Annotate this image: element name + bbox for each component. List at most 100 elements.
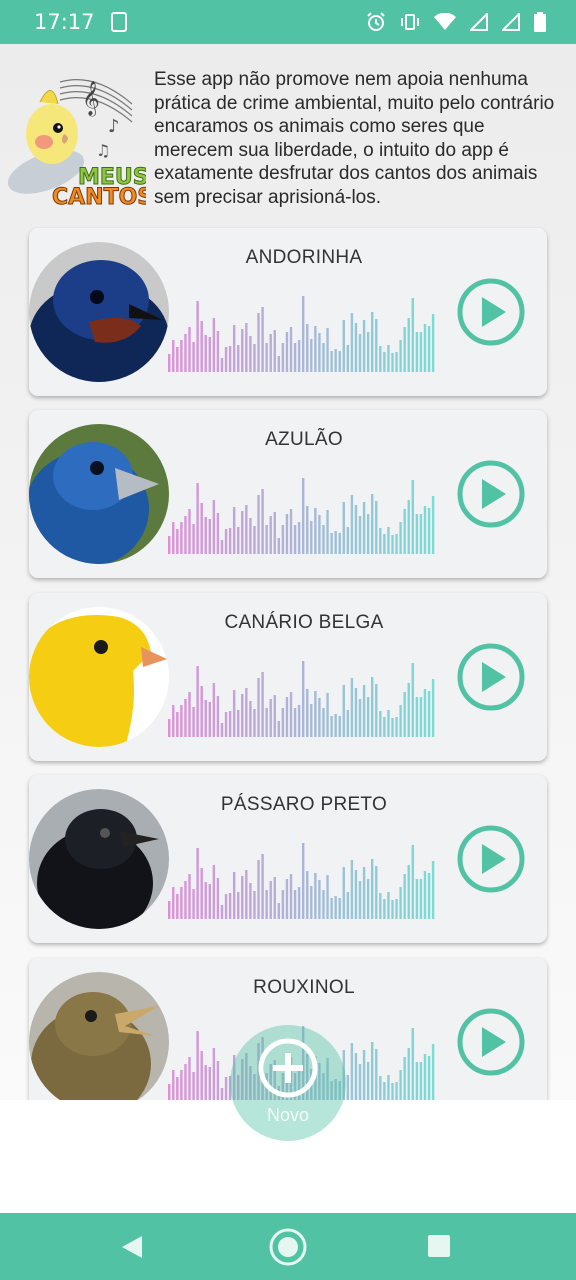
screen-share-icon	[110, 12, 127, 32]
wave-bar	[383, 352, 386, 372]
wave-bar	[232, 325, 236, 372]
wave-bar	[269, 699, 272, 737]
bird-photo	[29, 789, 169, 929]
wave-bar	[379, 711, 382, 737]
wave-bar	[362, 867, 366, 919]
add-new-button[interactable]: Novo	[230, 1025, 346, 1141]
wave-bar	[168, 1084, 171, 1100]
bird-photo	[29, 972, 169, 1100]
wave-bar	[208, 1067, 211, 1100]
wave-bar	[411, 480, 414, 554]
wave-bar	[172, 887, 175, 919]
wave-bar	[184, 516, 187, 554]
sound-wave	[168, 661, 435, 737]
wave-bar	[306, 324, 309, 372]
home-icon[interactable]	[267, 1226, 309, 1268]
wave-bar	[322, 343, 325, 372]
wave-bar	[277, 356, 281, 372]
wave-bar	[395, 899, 398, 919]
wave-bar	[354, 870, 358, 919]
wave-bar	[310, 704, 313, 737]
bird-name: ANDORINHA	[245, 247, 363, 268]
wave-bar	[366, 697, 370, 737]
wave-bar	[192, 707, 195, 737]
wave-bar	[383, 899, 386, 919]
recent-apps-icon[interactable]	[428, 1235, 450, 1257]
wave-bar	[208, 702, 211, 737]
wave-bar	[383, 534, 386, 554]
wave-bar	[265, 708, 268, 737]
wave-bar	[196, 301, 199, 372]
wave-bar	[293, 525, 297, 554]
wave-bar	[306, 871, 309, 919]
play-button[interactable]	[456, 459, 526, 529]
wave-bar	[375, 684, 378, 737]
wave-bar	[224, 529, 228, 554]
play-button[interactable]	[456, 824, 526, 894]
wave-bar	[375, 501, 378, 554]
wave-bar	[431, 1044, 435, 1100]
wave-bar	[237, 527, 240, 554]
svg-text:♪: ♪	[108, 116, 120, 137]
wave-bar	[180, 705, 183, 737]
play-button[interactable]	[456, 277, 526, 347]
wave-bar	[334, 896, 337, 919]
bird-card[interactable]: AZULÃO	[29, 410, 547, 578]
play-button[interactable]	[456, 1007, 526, 1077]
play-icon	[482, 662, 506, 692]
disclaimer-text: Esse app não promove nem apoia nenhuma p…	[154, 69, 555, 208]
wave-bar	[407, 318, 410, 372]
wave-bar	[371, 494, 374, 554]
header: 𝄞 ♪ ♫ MEUS CANTOS Esse app não promove n…	[0, 64, 576, 214]
wave-bar	[216, 331, 220, 372]
wave-bar	[289, 692, 293, 737]
wave-bar	[172, 340, 175, 372]
wave-bar	[249, 518, 252, 554]
logo-text-cantos: CANTOS	[52, 185, 146, 208]
wave-bar	[297, 522, 301, 554]
back-icon[interactable]	[120, 1234, 144, 1260]
wave-bar	[232, 507, 236, 554]
wave-bar	[277, 538, 281, 554]
wave-bar	[285, 697, 289, 737]
wave-bar	[301, 478, 305, 554]
wave-bar	[423, 506, 427, 554]
wave-bar	[338, 533, 341, 554]
wave-bar	[342, 320, 345, 372]
wave-bar	[265, 525, 268, 554]
wave-bar	[354, 1053, 358, 1100]
wave-bar	[403, 327, 406, 372]
wave-bar	[168, 536, 171, 554]
wave-bar	[241, 511, 244, 554]
wave-bar	[350, 495, 354, 554]
play-icon	[482, 1027, 506, 1057]
wave-bar	[301, 661, 305, 737]
wave-bar	[204, 882, 207, 919]
wave-bar	[265, 343, 268, 372]
bird-card[interactable]: PÁSSARO PRETO	[29, 775, 547, 943]
wave-bar	[281, 708, 285, 737]
wave-bar	[253, 344, 256, 372]
wave-bar	[326, 328, 329, 372]
play-button[interactable]	[456, 642, 526, 712]
wave-bar	[415, 879, 419, 919]
signal-icon	[502, 13, 520, 31]
wave-bar	[297, 340, 301, 372]
wave-bar	[342, 867, 345, 919]
bird-photo	[29, 607, 169, 747]
wave-bar	[172, 522, 175, 554]
wave-bar	[423, 871, 427, 919]
wave-bar	[249, 701, 252, 737]
wave-bar	[249, 336, 252, 372]
play-icon	[482, 297, 506, 327]
wave-bar	[379, 1076, 382, 1100]
wave-bar	[350, 860, 354, 919]
wave-bar	[322, 890, 325, 919]
bird-card[interactable]: ANDORINHA	[29, 228, 547, 396]
main-content[interactable]: 𝄞 ♪ ♫ MEUS CANTOS Esse app não promove n…	[0, 44, 576, 1100]
wave-bar	[362, 320, 366, 372]
wave-bar	[330, 351, 333, 372]
wave-bar	[411, 663, 414, 737]
bird-card[interactable]: CANÁRIO BELGA	[29, 593, 547, 761]
wave-bar	[261, 307, 264, 372]
